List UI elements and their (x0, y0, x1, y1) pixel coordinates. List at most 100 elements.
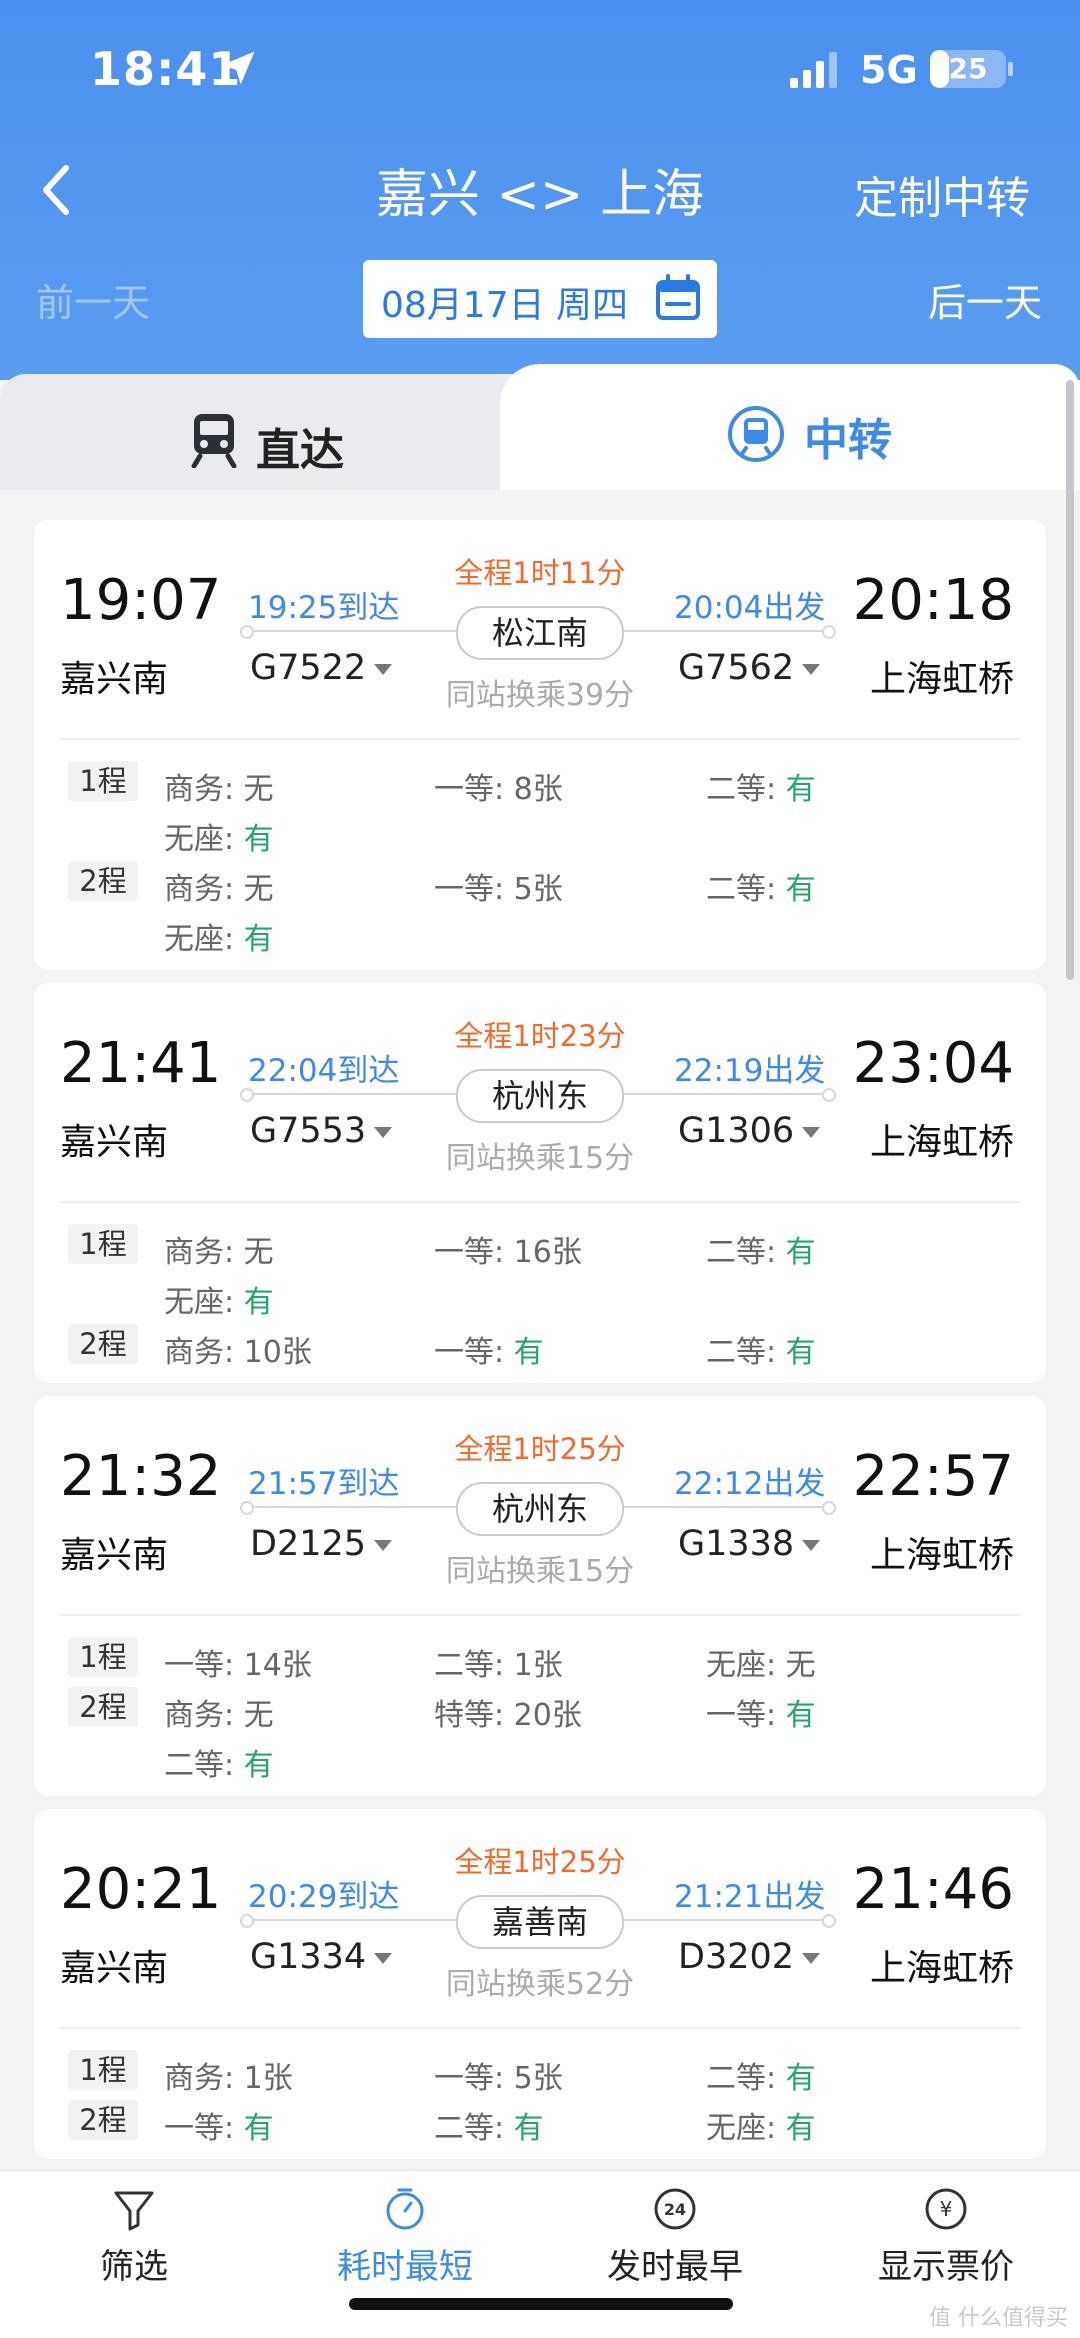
clock-24-text: 24 (664, 2200, 686, 2219)
seat-count: 16张 (513, 1235, 582, 1270)
seat-class: 二等: (164, 1748, 244, 1783)
seat-count: 有 (785, 1235, 816, 1270)
seat-count: 有 (243, 1285, 274, 1320)
divider (60, 738, 1020, 740)
seat-availability: 商务: 无 (164, 864, 274, 908)
seat-count: 10张 (243, 1335, 312, 1370)
seat-count: 无 (243, 1698, 274, 1733)
seat-availability: 商务: 无 (164, 1227, 274, 1271)
seat-count: 有 (785, 772, 816, 807)
transfer-station: 松江南 (456, 606, 624, 660)
leg1-arrive-time: 19:25到达 (248, 590, 400, 626)
arrive-time: 22:57 (852, 1444, 1014, 1509)
show-price-button[interactable]: ¥ 显示票价 (846, 2185, 1046, 2288)
seat-class: 一等: (434, 2061, 514, 2096)
seat-count: 无 (243, 772, 274, 807)
seat-class: 一等: (434, 872, 514, 907)
seat-class: 商务: (164, 1335, 244, 1370)
result-list: 全程1时11分 19:07 嘉兴南 20:18 上海虹桥 19:25到达 20:04出发 松江… (0, 490, 1080, 2170)
arrive-time: 23:04 (852, 1031, 1014, 1096)
leg2-depart-time: 20:04出发 (674, 590, 826, 626)
route-dot (240, 1088, 254, 1102)
prev-day-button[interactable]: 前一天 (36, 272, 150, 327)
seat-availability: 一等: 16张 (434, 1227, 582, 1271)
leg-label: 2程 (68, 1324, 138, 1364)
bottom-toolbar: 筛选 耗时最短 24 发时最早 ¥ 显示票价 (0, 2170, 1080, 2338)
tab-transfer[interactable]: 中转 (500, 364, 1080, 504)
seat-availability: 无座: 无 (706, 1640, 816, 1684)
mode-tabs: 直达 中转 (0, 364, 1080, 504)
current-date: 08月17日 周四 (381, 285, 629, 326)
seat-class: 一等: (434, 772, 514, 807)
seat-count: 5张 (513, 872, 563, 907)
depart-time: 21:32 (60, 1444, 222, 1509)
transfer-result-card[interactable]: 全程1时25分 20:21 嘉兴南 21:46 上海虹桥 20:29到达 21:21出发 嘉善… (34, 1809, 1046, 2159)
seat-class: 商务: (164, 2061, 244, 2096)
yen-icon: ¥ (925, 2188, 967, 2230)
sort-fastest-label: 耗时最短 (337, 2247, 473, 2287)
seat-availability: 一等: 有 (434, 1327, 544, 1371)
seat-count: 有 (243, 1748, 274, 1783)
seat-availability: 二等: 1张 (434, 1640, 563, 1684)
route-dot (822, 625, 836, 639)
route-dot (240, 1501, 254, 1515)
leg-label: 2程 (68, 861, 138, 901)
seat-count: 无 (243, 872, 274, 907)
train-icon (191, 414, 237, 468)
transfer-result-card[interactable]: 全程1时11分 19:07 嘉兴南 20:18 上海虹桥 19:25到达 20:04出发 松江… (34, 520, 1046, 970)
leg1-arrive-time: 20:29到达 (248, 1879, 400, 1915)
seat-count: 有 (785, 2111, 816, 2146)
seat-class: 商务: (164, 772, 244, 807)
seat-class: 无座: (706, 2111, 786, 2146)
transfer-station: 杭州东 (456, 1069, 624, 1123)
clock-24-icon: 24 (654, 2188, 696, 2230)
seat-availability: 二等: 有 (434, 2103, 544, 2147)
seat-availability: 无座: 有 (706, 2103, 816, 2147)
leg-label: 2程 (68, 2100, 138, 2140)
seat-count: 8张 (513, 772, 563, 807)
seat-count: 有 (243, 822, 274, 857)
leg-label: 1程 (68, 1637, 138, 1677)
back-arrow-icon[interactable] (36, 160, 76, 220)
leg2-depart-time: 22:12出发 (674, 1466, 826, 1502)
route-dot (822, 1501, 836, 1515)
seat-count: 有 (785, 872, 816, 907)
custom-transfer-button[interactable]: 定制中转 (854, 162, 1030, 226)
seat-count: 无 (243, 1235, 274, 1270)
seat-class: 一等: (434, 1335, 514, 1370)
route-title: 嘉兴 <> 上海 (375, 165, 705, 225)
transfer-station: 杭州东 (456, 1482, 624, 1536)
battery-level: 25 (948, 52, 988, 85)
seat-class: 无座: (164, 922, 244, 957)
arrive-time: 21:46 (852, 1857, 1014, 1922)
show-price-label: 显示票价 (878, 2247, 1014, 2287)
tab-direct-label: 直达 (256, 425, 344, 476)
signal-icon (790, 52, 837, 88)
leg-label: 1程 (68, 1224, 138, 1264)
seat-availability: 二等: 有 (164, 1740, 274, 1784)
sort-earliest-label: 发时最早 (607, 2247, 743, 2287)
sort-earliest-button[interactable]: 24 发时最早 (575, 2185, 775, 2288)
seat-class: 二等: (706, 1235, 786, 1270)
transfer-result-card[interactable]: 全程1时23分 21:41 嘉兴南 23:04 上海虹桥 22:04到达 22:19出发 杭州… (34, 983, 1046, 1383)
watermark: 值 什么值得买 (929, 2306, 1068, 2331)
filter-icon (114, 2191, 154, 2231)
leg1-arrive-time: 21:57到达 (248, 1466, 400, 1502)
seat-availability: 商务: 10张 (164, 1327, 312, 1371)
seat-class: 一等: (164, 1648, 244, 1683)
scrollbar[interactable] (1066, 380, 1074, 980)
transfer-info: 同站换乘52分 (445, 1967, 635, 2002)
sort-fastest-button[interactable]: 耗时最短 (305, 2185, 505, 2288)
date-picker[interactable]: 08月17日 周四 (363, 260, 717, 338)
transfer-result-card[interactable]: 全程1时25分 21:32 嘉兴南 22:57 上海虹桥 21:57到达 22:12出发 杭州… (34, 1396, 1046, 1796)
filter-button[interactable]: 筛选 (34, 2185, 234, 2288)
seat-class: 一等: (164, 2111, 244, 2146)
seat-count: 20张 (513, 1698, 582, 1733)
seat-class: 一等: (434, 1235, 514, 1270)
seat-availability: 二等: 有 (706, 864, 816, 908)
tab-direct[interactable]: 直达 (0, 374, 560, 504)
seat-class: 二等: (706, 2061, 786, 2096)
next-day-button[interactable]: 后一天 (928, 272, 1042, 327)
seat-availability: 特等: 20张 (434, 1690, 582, 1734)
leg-label: 1程 (68, 761, 138, 801)
